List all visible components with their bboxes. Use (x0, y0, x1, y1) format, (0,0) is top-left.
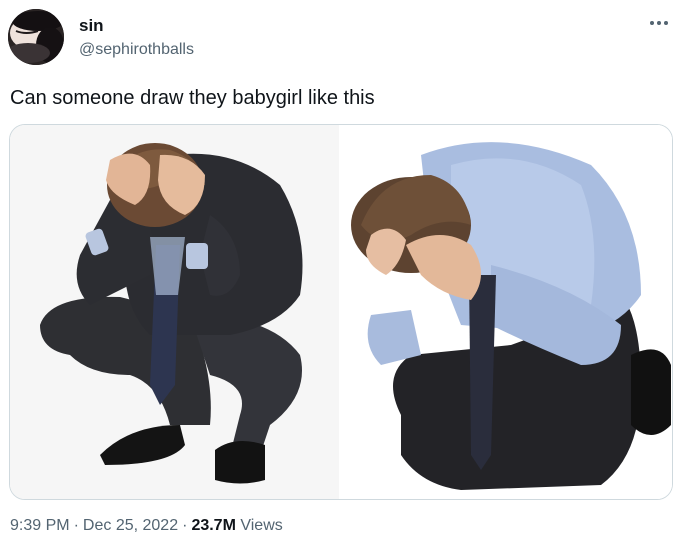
photo-image-squatting-man (10, 125, 339, 499)
tweet: sin @sephirothballs Can someone draw the… (0, 0, 680, 545)
tweet-time[interactable]: 9:39 PM (10, 517, 70, 534)
views-count: 23.7M (191, 517, 236, 534)
user-handle[interactable]: @sephirothballs (79, 41, 194, 59)
avatar-image (8, 9, 64, 65)
more-options-button[interactable] (646, 12, 672, 34)
tweet-meta: 9:39 PM · Dec 25, 2022 · 23.7M Views (10, 517, 283, 535)
views-label: Views (240, 517, 283, 534)
avatar[interactable] (8, 9, 64, 65)
media-photo-2[interactable] (341, 125, 672, 499)
tweet-date[interactable]: Dec 25, 2022 (83, 517, 178, 534)
more-horizontal-icon (650, 21, 668, 25)
photo-image-kneeling-man (341, 125, 672, 499)
media-grid (9, 124, 673, 500)
display-name[interactable]: sin (79, 16, 104, 36)
media-photo-1[interactable] (10, 125, 339, 499)
meta-separator-2: · (182, 517, 188, 534)
meta-separator: · (73, 517, 79, 534)
tweet-text: Can someone draw they babygirl like this (10, 87, 375, 109)
